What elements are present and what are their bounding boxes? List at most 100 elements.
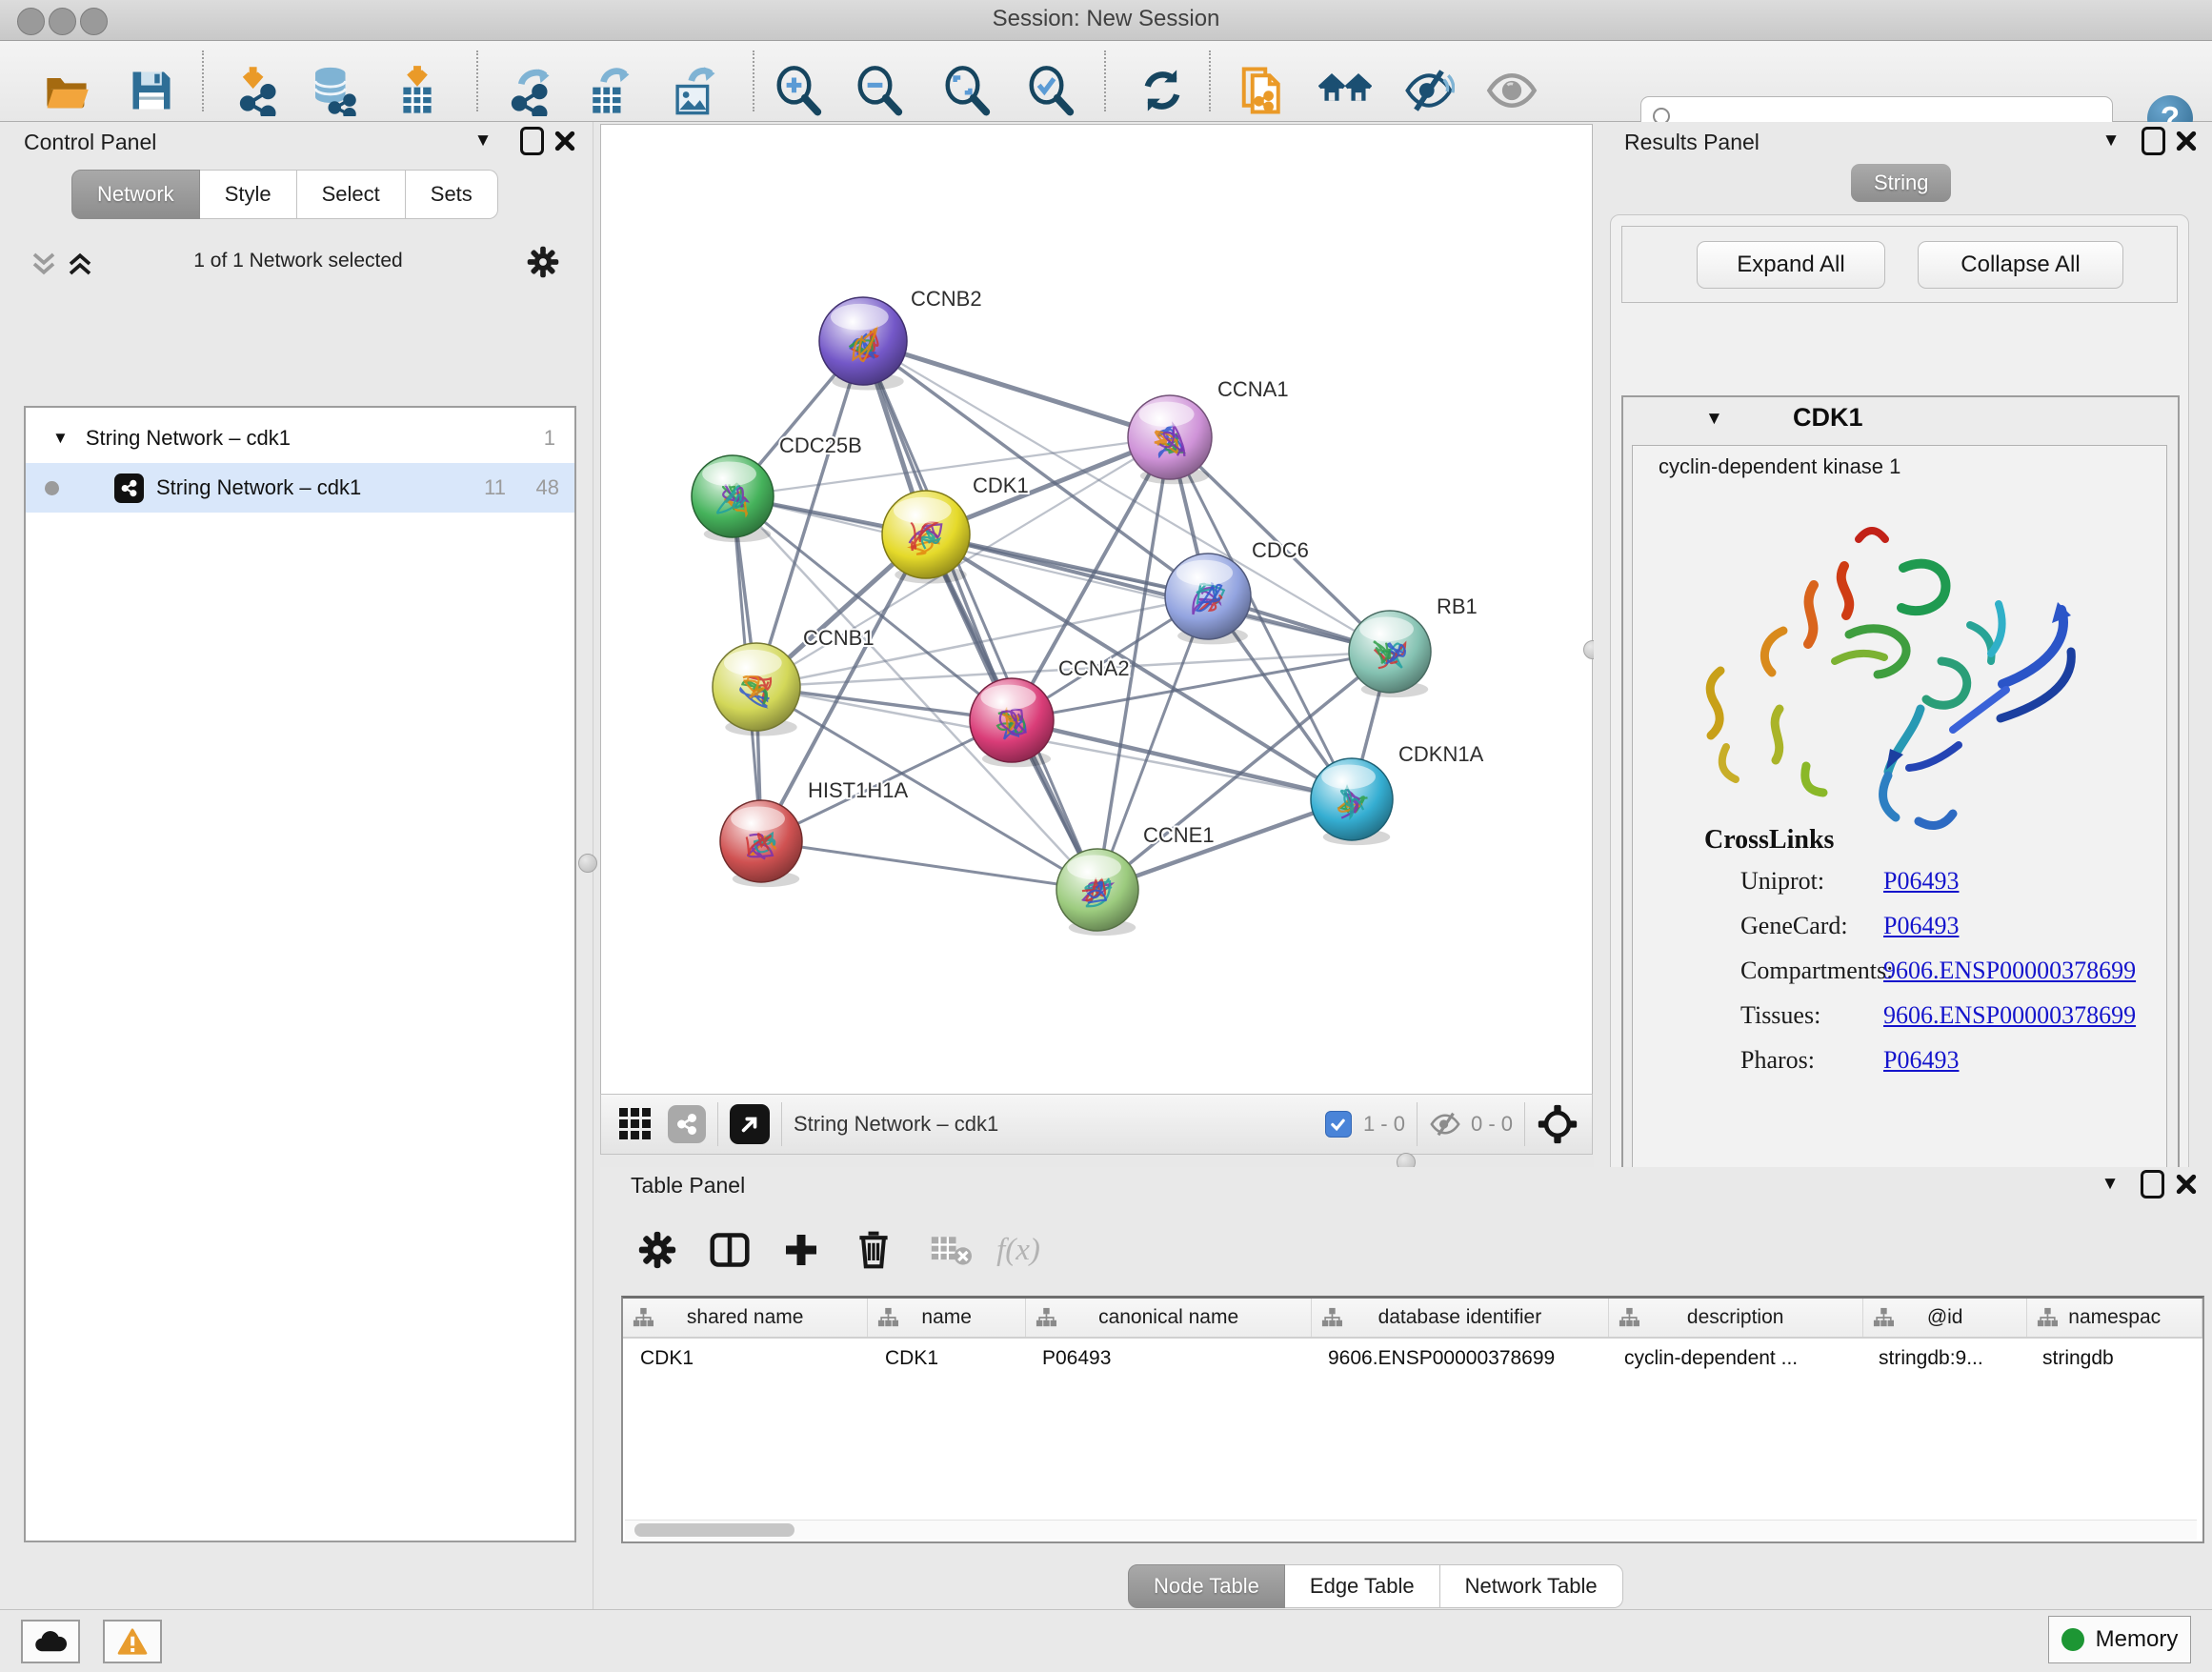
table-cell[interactable]: CDK1 [623,1339,868,1379]
crosslink-link[interactable]: 9606.ENSP00000378699 [1883,957,2136,985]
control-panel-close-button[interactable] [551,127,579,155]
crosslink-link[interactable]: 9606.ENSP00000378699 [1883,1001,2136,1030]
table-cell[interactable]: stringdb:9... [1861,1339,2025,1379]
table-row[interactable]: CDK1CDK1P064939606.ENSP00000378699cyclin… [623,1339,2202,1379]
import-network-database-button[interactable] [305,63,360,118]
table-cell[interactable]: stringdb [2025,1339,2200,1379]
network-row-label: String Network – cdk1 [156,475,361,500]
protein-collapse-icon[interactable]: ▼ [1705,409,1723,430]
network-collection-row[interactable]: ▼ String Network – cdk1 1 [26,413,574,463]
results-panel-float-button[interactable] [2139,127,2167,155]
expand-all-button[interactable]: Expand All [1697,241,1885,289]
cloud-status-button[interactable] [21,1620,80,1663]
netbar-separator [1524,1102,1525,1146]
delete-column-button[interactable] [847,1223,900,1277]
svg-text:CCNB2: CCNB2 [911,287,982,311]
crosslink-link[interactable]: P06493 [1883,1046,1959,1075]
memory-label: Memory [2096,1626,2179,1653]
hidden-eye-icon[interactable] [1429,1108,1461,1140]
toolbar-separator [1104,50,1106,111]
show-columns-button[interactable] [703,1223,756,1277]
current-network-title: String Network – cdk1 [794,1112,998,1137]
selected-checkbox[interactable] [1325,1111,1352,1138]
column-header-description[interactable]: description [1609,1299,1863,1337]
import-table-button[interactable] [390,63,445,118]
network-row-selected[interactable]: String Network – cdk1 11 48 [26,463,574,513]
table-settings-button[interactable] [631,1223,684,1277]
table-cell[interactable]: P06493 [1025,1339,1311,1379]
create-column-button[interactable] [774,1223,828,1277]
node-table-header: shared namenamecanonical namedatabase id… [623,1299,2202,1339]
show-all-button[interactable] [1484,63,1539,118]
collection-expand-icon[interactable]: ▼ [52,429,69,448]
crosslink-link[interactable]: P06493 [1883,912,1959,940]
import-network-file-button[interactable] [229,63,284,118]
export-image-button[interactable] [666,63,721,118]
delete-table-button[interactable] [924,1223,977,1277]
table-panel-close-button[interactable] [2172,1170,2201,1199]
tab-network[interactable]: Network [71,170,200,219]
export-network-button[interactable] [500,63,555,118]
table-panel-menu-button[interactable]: ▼ [2096,1170,2124,1199]
collapse-all-button[interactable]: Collapse All [1918,241,2123,289]
toolbar-separator [476,50,478,111]
tab-node-table[interactable]: Node Table [1128,1564,1285,1608]
crosslink-label: Pharos: [1740,1046,1815,1075]
table-cell[interactable]: 9606.ENSP00000378699 [1311,1339,1607,1379]
column-header-database-identifier[interactable]: database identifier [1312,1299,1608,1337]
open-session-button[interactable] [39,63,94,118]
tab-edge-table[interactable]: Edge Table [1285,1564,1440,1608]
zoom-in-button[interactable] [771,63,826,118]
results-panel-menu-button[interactable]: ▼ [2097,127,2125,155]
zoom-out-button[interactable] [852,63,907,118]
results-panel-close-button[interactable] [2172,127,2201,155]
export-table-button[interactable] [580,63,635,118]
zoom-fit-button[interactable] [939,63,995,118]
table-hscrollbar[interactable] [625,1520,2197,1540]
gear-icon[interactable] [527,246,559,278]
clone-network-button[interactable] [1236,63,1291,118]
hide-selected-button[interactable] [1401,63,1457,118]
table-cell[interactable]: CDK1 [868,1339,1025,1379]
crosslink-link[interactable]: P06493 [1883,867,1959,896]
tab-string[interactable]: String [1851,164,1951,202]
column-header-namespac[interactable]: namespac [2027,1299,2202,1337]
control-panel-float-button[interactable] [517,127,546,155]
table-panel-float-button[interactable] [2138,1170,2166,1199]
open-in-new-window-icon[interactable] [730,1104,770,1144]
save-session-button[interactable] [124,63,179,118]
crosslink-row: Compartments:9606.ENSP00000378699 [1633,957,2166,989]
hscrollbar-thumb[interactable] [634,1523,794,1537]
column-header-canonical-name[interactable]: canonical name [1026,1299,1312,1337]
string-view-icon[interactable] [668,1105,706,1143]
table-panel-title: Table Panel [631,1173,745,1199]
crosslink-label: GeneCard: [1740,912,1848,940]
toolbar-separator [753,50,754,111]
function-builder-button[interactable]: f(x) [992,1223,1045,1277]
refresh-view-button[interactable] [1135,63,1190,118]
warning-status-button[interactable] [103,1620,162,1663]
hidden-count-text: 0 - 0 [1471,1112,1513,1137]
delete-table-icon [930,1233,972,1267]
control-panel-menu-button[interactable]: ▼ [469,127,497,155]
table-cell[interactable]: cyclin-dependent ... [1607,1339,1861,1379]
tab-style[interactable]: Style [200,170,297,219]
crosslink-label: Uniprot: [1740,867,1824,896]
tab-select[interactable]: Select [297,170,406,219]
plus-icon [782,1231,820,1269]
grid-view-icon[interactable] [618,1107,653,1141]
memory-status-dot [2061,1628,2084,1651]
tab-network-table[interactable]: Network Table [1440,1564,1623,1608]
navigator-crosshair-icon[interactable] [1537,1103,1579,1145]
tab-sets[interactable]: Sets [406,170,498,219]
zoom-selected-button[interactable] [1023,63,1078,118]
network-graph[interactable]: CCNB2CCNA1CDC25BCDK1CDC6RB1CCNB1CCNA2CDK… [601,125,1592,1095]
column-header-name[interactable]: name [868,1299,1026,1337]
memory-button[interactable]: Memory [2048,1616,2191,1663]
protein-name: CDK1 [1793,403,1863,433]
network-view-canvas[interactable]: CCNB2CCNA1CDC25BCDK1CDC6RB1CCNB1CCNA2CDK… [600,124,1593,1096]
column-header-shared-name[interactable]: shared name [623,1299,868,1337]
column-header--id[interactable]: @id [1863,1299,2028,1337]
network-overview-button[interactable] [1317,63,1373,118]
left-splitter-handle[interactable] [578,854,597,873]
